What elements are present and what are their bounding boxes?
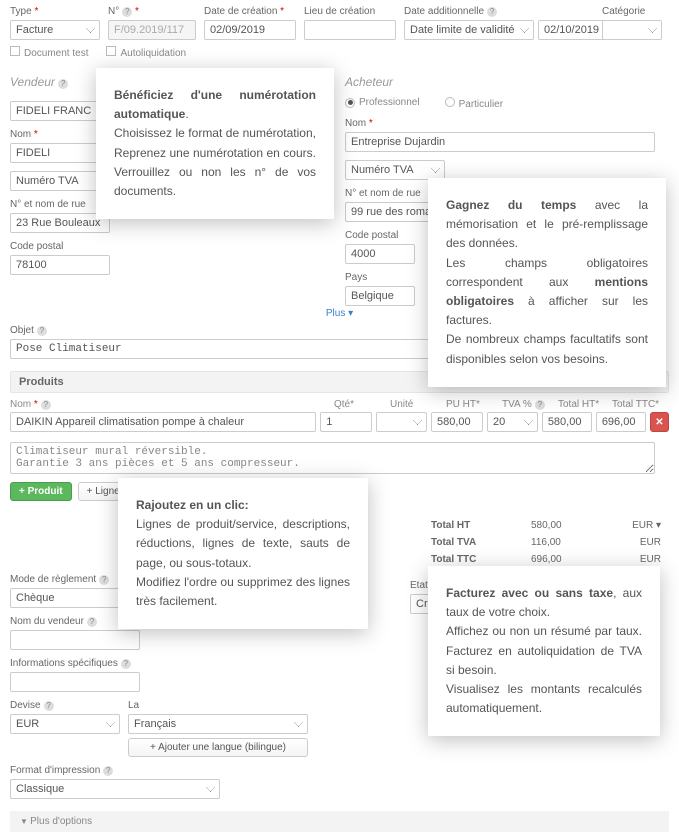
acheteur-title: Acheteur bbox=[345, 75, 660, 89]
nomvendeur-input[interactable] bbox=[10, 630, 140, 650]
date-add-type-select[interactable]: Date limite de validité bbox=[404, 20, 534, 40]
radio-part[interactable]: Particulier bbox=[445, 97, 503, 110]
cat-label: Catégorie bbox=[602, 6, 662, 17]
acheteur-cp-input[interactable] bbox=[345, 244, 415, 264]
date-creation-input[interactable] bbox=[204, 20, 296, 40]
cat-select[interactable] bbox=[602, 20, 662, 40]
devise-select[interactable]: EUR bbox=[10, 714, 120, 734]
acheteur-nom-input[interactable] bbox=[345, 132, 655, 152]
add-lang-button[interactable]: + Ajouter une langue (bilingue) bbox=[128, 738, 308, 757]
product-row: 20 ✕ bbox=[0, 412, 679, 436]
autoliq-checkbox[interactable]: Autoliquidation bbox=[106, 46, 186, 59]
lang-label: La bbox=[128, 700, 308, 711]
vendeur-cp-label: Code postal bbox=[10, 241, 110, 252]
help-icon[interactable]: ? bbox=[535, 400, 545, 410]
doc-test-checkbox[interactable]: Document test bbox=[10, 46, 88, 59]
acheteur-pays-label: Pays bbox=[345, 272, 415, 283]
vendeur-nom-label: Nom bbox=[10, 129, 110, 140]
info-label: Informations spécifiques? bbox=[10, 658, 140, 669]
date-add-label: Date additionnelle? bbox=[404, 6, 594, 17]
add-product-button[interactable]: + Produit bbox=[10, 482, 72, 501]
popup-numbering: Bénéficiez d'une numérotation automatiqu… bbox=[96, 68, 334, 219]
prod-totht-input[interactable] bbox=[542, 412, 592, 432]
vendeur-tva-select[interactable]: Numéro TVA bbox=[10, 171, 110, 191]
date-add-input[interactable] bbox=[538, 20, 610, 40]
prod-unite-select[interactable] bbox=[376, 412, 427, 432]
acheteur-nom-label: Nom bbox=[345, 118, 655, 129]
vendeur-rue-input[interactable] bbox=[10, 213, 110, 233]
help-icon[interactable]: ? bbox=[122, 7, 132, 17]
help-icon[interactable]: ? bbox=[87, 617, 97, 627]
prod-nom-input[interactable] bbox=[10, 412, 316, 432]
lang-select[interactable]: Français bbox=[128, 714, 308, 734]
vendeur-nom-input[interactable] bbox=[10, 143, 110, 163]
totals-block: Total HT580,00EUR ▾ Total TVA116,00EUR T… bbox=[419, 517, 679, 568]
format-label: Format d'impression? bbox=[10, 765, 220, 776]
help-icon[interactable]: ? bbox=[44, 701, 54, 711]
help-icon[interactable]: ? bbox=[121, 659, 131, 669]
lieu-label: Lieu de création bbox=[304, 6, 396, 17]
help-icon[interactable]: ? bbox=[37, 326, 47, 336]
popup-lines: Rajoutez en un clic:Lignes de produit/se… bbox=[118, 478, 368, 629]
acheteur-cp-label: Code postal bbox=[345, 230, 415, 241]
lieu-input[interactable] bbox=[304, 20, 396, 40]
help-icon[interactable]: ? bbox=[58, 79, 68, 89]
prod-qte-input[interactable] bbox=[320, 412, 372, 432]
type-select[interactable]: Facture bbox=[10, 20, 100, 40]
delete-row-button[interactable]: ✕ bbox=[650, 412, 669, 432]
type-label: Type bbox=[10, 6, 100, 17]
radio-pro[interactable]: Professionnel bbox=[345, 97, 420, 110]
help-icon[interactable]: ? bbox=[487, 7, 497, 17]
info-input[interactable] bbox=[10, 672, 140, 692]
vendeur-company-select[interactable]: FIDELI FRANCE bbox=[10, 101, 110, 121]
vendeur-rue-label: N° et nom de rue bbox=[10, 199, 110, 210]
acheteur-pays-input[interactable] bbox=[345, 286, 415, 306]
popup-tax: Facturez avec ou sans taxe, aux taux de … bbox=[428, 566, 660, 736]
acheteur-tva-select[interactable]: Numéro TVA bbox=[345, 160, 445, 180]
vendeur-cp-input[interactable] bbox=[10, 255, 110, 275]
prod-desc-textarea[interactable]: Climatiseur mural réversible. Garantie 3… bbox=[10, 442, 655, 474]
devise-label: Devise? bbox=[10, 700, 120, 711]
help-icon[interactable]: ? bbox=[103, 766, 113, 776]
popup-fields: Gagnez du temps avec la mémorisation et … bbox=[428, 178, 666, 387]
more-options-expand[interactable]: Plus d'options bbox=[10, 811, 669, 832]
help-icon[interactable]: ? bbox=[99, 575, 109, 585]
format-select[interactable]: Classique bbox=[10, 779, 220, 799]
date-creation-label: Date de création bbox=[204, 6, 296, 17]
no-label: N°? bbox=[108, 6, 196, 17]
prod-puht-input[interactable] bbox=[431, 412, 483, 432]
prod-tva-select[interactable]: 20 bbox=[487, 412, 538, 432]
help-icon[interactable]: ? bbox=[41, 400, 51, 410]
prod-totttc-input[interactable] bbox=[596, 412, 646, 432]
no-input[interactable] bbox=[108, 20, 196, 40]
